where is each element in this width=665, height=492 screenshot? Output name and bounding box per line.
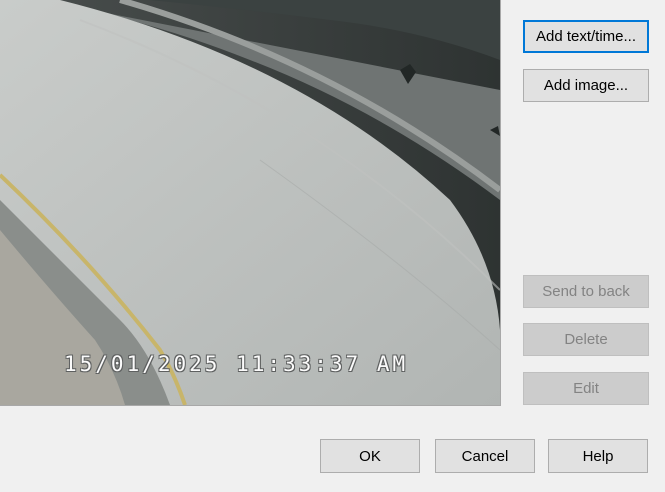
help-button[interactable]: Help [548,439,648,473]
camera-image [0,0,500,405]
timestamp-overlay: 15/01/2025 11:33:37 AM [64,352,409,376]
camera-preview: 15/01/2025 11:33:37 AM [0,0,501,406]
cancel-button[interactable]: Cancel [435,439,535,473]
edit-button[interactable]: Edit [523,372,649,405]
delete-button[interactable]: Delete [523,323,649,356]
send-to-back-button[interactable]: Send to back [523,275,649,308]
ok-button[interactable]: OK [320,439,420,473]
add-image-button[interactable]: Add image... [523,69,649,102]
add-text-time-button[interactable]: Add text/time... [523,20,649,53]
